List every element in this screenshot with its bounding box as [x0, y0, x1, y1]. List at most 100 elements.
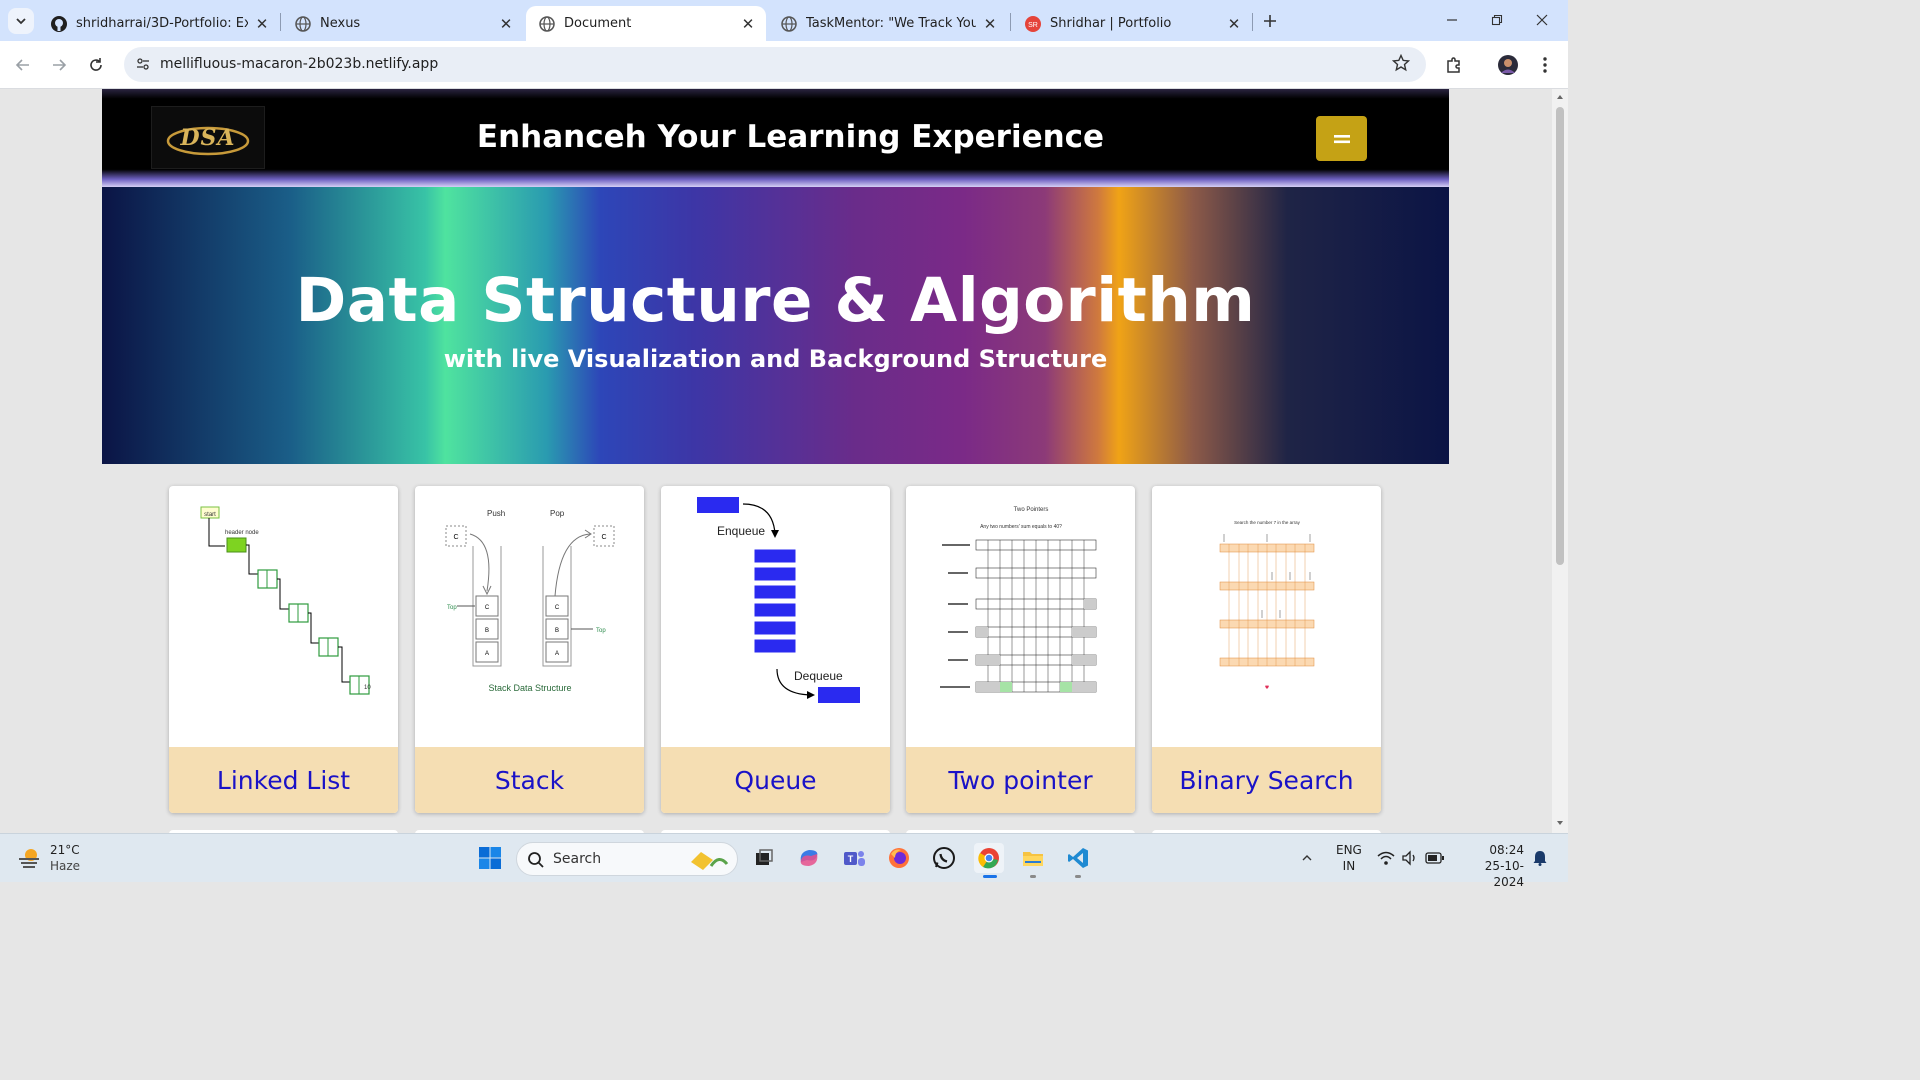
card-label[interactable]: Binary Search: [1152, 747, 1381, 813]
svg-text:start: start: [204, 512, 216, 518]
close-icon[interactable]: ✕: [740, 15, 756, 33]
weather-desc: Haze: [50, 859, 81, 873]
close-icon[interactable]: ✕: [254, 15, 270, 33]
tab-github[interactable]: shridharrai/3D-Portfolio: Explor ✕: [38, 6, 280, 41]
card-label[interactable]: Stack: [415, 747, 644, 813]
weather-temp: 21°C: [50, 843, 80, 857]
menu-icon: [1333, 134, 1350, 143]
search-icon: [528, 852, 544, 868]
tab-title: Nexus: [320, 16, 361, 31]
profile-avatar[interactable]: [1496, 53, 1520, 77]
card-stack[interactable]: Push Pop C C C B A Top C B A Top Stack D…: [415, 486, 644, 813]
svg-text:header node: header node: [225, 530, 259, 536]
card-queue[interactable]: Enqueue Dequeue Queue: [661, 486, 890, 813]
card-label[interactable]: Two pointer: [906, 747, 1135, 813]
weather-widget[interactable]: 21°C Haze: [16, 842, 80, 874]
minimize-button[interactable]: [1440, 8, 1464, 32]
scrollbar-thumb[interactable]: [1556, 107, 1564, 565]
svg-text:♥: ♥: [1265, 685, 1270, 691]
show-hidden-icons-button[interactable]: [1294, 843, 1320, 873]
svg-text:T: T: [848, 854, 854, 864]
explorer-running-indicator: [1030, 875, 1036, 878]
card-linked-list[interactable]: start header node 10 Linked List: [169, 486, 398, 813]
clock-time: 08:24: [1489, 843, 1524, 857]
close-window-button[interactable]: [1530, 8, 1554, 32]
reload-button[interactable]: [84, 53, 108, 77]
vscode-button[interactable]: [1063, 843, 1093, 873]
whatsapp-button[interactable]: [929, 843, 959, 873]
extensions-button[interactable]: [1442, 53, 1466, 77]
whatsapp-icon: [933, 847, 955, 869]
tab-search-button[interactable]: [8, 8, 34, 34]
bookmark-star-icon[interactable]: [1391, 53, 1412, 74]
wifi-icon[interactable]: [1376, 843, 1396, 873]
taskbar-search[interactable]: Search: [516, 842, 738, 876]
notification-bell-icon[interactable]: [1530, 843, 1550, 873]
reload-icon: [90, 58, 102, 71]
close-icon[interactable]: ✕: [1226, 15, 1242, 33]
two-pointer-illustration: Two Pointers Any two numbers' sum equals…: [906, 486, 1135, 747]
copilot-button[interactable]: [794, 843, 824, 873]
tab-document[interactable]: Document ✕: [526, 6, 766, 41]
svg-text:C: C: [453, 534, 458, 541]
card-two-pointer[interactable]: Two Pointers Any two numbers' sum equals…: [906, 486, 1135, 813]
queue-illustration: Enqueue Dequeue: [661, 486, 890, 747]
site-info-icon[interactable]: [132, 53, 154, 75]
clock[interactable]: 08:24 25-10-2024: [1460, 842, 1524, 890]
volume-icon[interactable]: [1400, 843, 1420, 873]
tab-separator: [280, 13, 281, 31]
card-label[interactable]: Queue: [661, 747, 890, 813]
tab-nexus[interactable]: Nexus ✕: [282, 6, 524, 41]
kebab-menu-icon: [1543, 57, 1547, 73]
language-indicator[interactable]: ENG IN: [1336, 842, 1362, 874]
chevron-down-icon: [16, 18, 26, 25]
new-tab-button[interactable]: [1258, 9, 1282, 33]
binary-search-illustration: Search the number 7 in the array ♥: [1152, 486, 1381, 747]
svg-text:10: 10: [364, 685, 371, 691]
start-button[interactable]: [475, 843, 505, 873]
page-scrollbar[interactable]: [1552, 89, 1568, 833]
task-view-button[interactable]: [749, 843, 779, 873]
hero-banner: Data Structure & Algorithm with live Vis…: [102, 187, 1449, 464]
svg-text:Top: Top: [447, 605, 457, 611]
card-label[interactable]: Linked List: [169, 747, 398, 813]
forward-button[interactable]: [47, 53, 71, 77]
card-binary-search[interactable]: Search the number 7 in the array ♥ Binar…: [1152, 486, 1381, 813]
battery-icon[interactable]: [1424, 843, 1446, 873]
site-header: DSA Enhanceh Your Learning Experience: [102, 89, 1449, 187]
url-text[interactable]: mellifluous-macaron-2b023b.netlify.app: [160, 56, 438, 72]
firefox-button[interactable]: [884, 843, 914, 873]
back-button[interactable]: [11, 53, 35, 77]
arrow-left-icon: [15, 59, 29, 71]
svg-text:Enqueue: Enqueue: [717, 524, 765, 538]
chrome-button[interactable]: [974, 843, 1004, 873]
tab-portfolio[interactable]: SR Shridhar | Portfolio ✕: [1012, 6, 1252, 41]
vscode-running-indicator: [1075, 875, 1081, 878]
svg-text:Stack Data Structure: Stack Data Structure: [488, 683, 571, 693]
teams-button[interactable]: T: [839, 843, 869, 873]
close-icon[interactable]: ✕: [498, 15, 514, 33]
close-icon: [1536, 14, 1548, 26]
sr-badge-icon: SR: [1024, 15, 1042, 33]
scroll-down-icon[interactable]: [1556, 819, 1564, 827]
tab-taskmentor[interactable]: TaskMentor: "We Track Your Tas ✕: [768, 6, 1008, 41]
browser-menu-button[interactable]: [1533, 53, 1557, 77]
chrome-icon: [978, 848, 999, 869]
svg-text:Any two numbers' sum equals to: Any two numbers' sum equals to 40?: [980, 524, 1062, 530]
hamburger-menu-button[interactable]: [1316, 116, 1367, 161]
file-explorer-button[interactable]: [1018, 843, 1048, 873]
clock-date: 25-10-2024: [1484, 859, 1524, 889]
globe-icon: [780, 15, 798, 33]
close-icon[interactable]: ✕: [982, 15, 998, 33]
haze-weather-icon: [19, 849, 39, 868]
restore-button[interactable]: [1485, 8, 1509, 32]
address-bar[interactable]: mellifluous-macaron-2b023b.netlify.app: [124, 47, 1426, 82]
scroll-up-icon[interactable]: [1556, 93, 1564, 101]
chevron-up-icon: [1302, 855, 1312, 861]
svg-text:B: B: [485, 628, 489, 634]
svg-text:A: A: [555, 651, 559, 657]
globe-icon: [294, 15, 312, 33]
minimize-icon: [1447, 19, 1457, 21]
svg-text:C: C: [485, 605, 490, 611]
svg-text:Pop: Pop: [550, 509, 565, 518]
